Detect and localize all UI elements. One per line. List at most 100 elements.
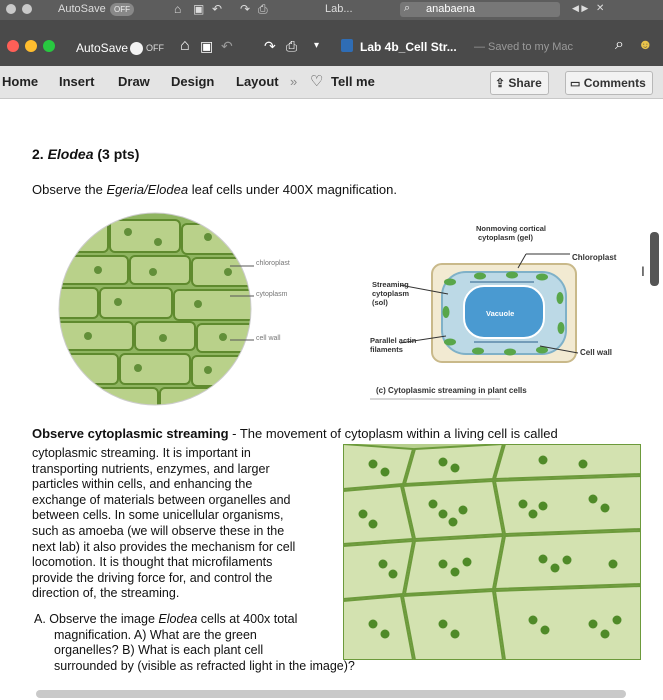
paragraph-line: exchange of materials between organelles…	[32, 492, 291, 507]
paragraph-line: particles within cells, and enhancing th…	[32, 477, 253, 492]
tab-home[interactable]: Home	[2, 74, 38, 89]
streaming-intro: - The movement of cytoplasm within a liv…	[228, 426, 558, 441]
label-cell-wall: Cell wall	[580, 348, 613, 357]
question-line: magnification. A) What are the green	[54, 627, 257, 642]
close-dot-back[interactable]	[6, 4, 16, 14]
tab-layout[interactable]: Layout	[236, 74, 279, 89]
search-icon-front[interactable]: ⌕	[615, 36, 624, 54]
observe-pre: Observe the	[32, 182, 107, 197]
paragraph-line: direction of, the streaming.	[32, 586, 180, 601]
observe-species: Egeria/Elodea	[106, 182, 189, 197]
window-titlebar: AutoSave OFF ⌂ ▣ ↶ ↷ ⎙ ▾ Lab 4b_Cell Str…	[0, 20, 663, 66]
horizontal-scrollbar[interactable]	[36, 690, 626, 698]
save-icon-back[interactable]: ▣	[193, 2, 204, 16]
redo-icon-back[interactable]: ↷	[240, 2, 250, 16]
section-heading: 2. Elodea (3 pts)	[32, 146, 139, 162]
comments-label: Comments	[583, 76, 646, 90]
minimize-dot-back[interactable]	[22, 4, 32, 14]
question-post: cells at 400x total	[197, 612, 298, 626]
streaming-paragraph: cytoplasmic streaming. It is important i…	[32, 446, 328, 602]
nav-arrows-icon[interactable]: ◀ ▶	[572, 3, 588, 14]
redo-icon[interactable]: ↷	[264, 38, 276, 55]
label-streaming-3: (sol)	[372, 298, 388, 307]
label-nonmoving-2: cytoplasm (gel)	[478, 233, 534, 242]
micro-label-chloroplast: chloroplast	[256, 260, 290, 267]
comment-icon: ▭	[570, 78, 581, 90]
label-parallel: Parallel actin	[370, 336, 417, 345]
label-nonmoving: Nonmoving cortical	[476, 224, 547, 233]
label-streaming-2: cytoplasm	[372, 289, 410, 298]
word-doc-icon	[341, 39, 353, 52]
vertical-scrollbar[interactable]	[650, 232, 659, 286]
question-pre: Observe the image	[49, 612, 159, 626]
save-icon[interactable]: ▣	[200, 38, 213, 55]
autosave-toggle-state[interactable]: OFF	[146, 43, 164, 53]
share-icon: ⇪	[495, 76, 506, 90]
heading-points: (3 pts)	[97, 146, 140, 162]
background-window-titlebar: AutoSave OFF ⌂ ▣ ↶ ↷ ⎙ Lab... ⌕ anabaena…	[0, 0, 663, 20]
doc-title-back: Lab...	[325, 3, 353, 15]
label-vacuole: Vacuole	[486, 309, 515, 318]
tab-insert[interactable]: Insert	[59, 74, 94, 89]
heading-number: 2.	[32, 146, 44, 162]
tab-design[interactable]: Design	[171, 74, 214, 89]
autosave-label-back: AutoSave	[58, 3, 106, 15]
question-line: organelles? B) What is each plant cell	[54, 643, 264, 658]
label-streaming: Streaming	[372, 280, 409, 289]
paragraph-line: locomotion. It is thought that microfila…	[32, 555, 273, 570]
autosave-toggle-knob[interactable]	[130, 42, 143, 55]
question-species: Elodea	[158, 612, 198, 626]
paragraph-line: next lab) it also provides the mechanism…	[32, 539, 296, 554]
tab-draw[interactable]: Draw	[118, 74, 150, 89]
autosave-label: AutoSave	[76, 41, 129, 55]
question-a: A. Observe the image Elodea cells at 400…	[34, 612, 355, 674]
ribbon-tabs: Home Insert Draw Design Layout » ♡ Tell …	[0, 66, 663, 99]
observe-post: leaf cells under 400X magnification.	[188, 182, 397, 197]
paragraph-line: provide the driving force for, and contr…	[32, 570, 273, 585]
customize-toolbar-icon[interactable]: ▾	[314, 40, 319, 51]
share-button[interactable]: ⇪ Share	[490, 71, 549, 95]
search-icon: ⌕	[404, 2, 411, 14]
streaming-title: Observe cytoplasmic streaming	[32, 426, 229, 441]
print-icon-back[interactable]: ⎙	[258, 2, 268, 17]
close-window-button[interactable]	[7, 40, 19, 52]
search-box-back[interactable]: ⌕ anabaena	[400, 2, 560, 17]
saved-status: — Saved to my Mac	[474, 41, 574, 53]
comments-button[interactable]: ▭ Comments	[565, 71, 653, 95]
undo-icon[interactable]: ↶	[221, 38, 233, 55]
label-chloroplast: Chloroplast	[572, 253, 617, 262]
observe-instruction: Observe the Egeria/Elodea leaf cells und…	[32, 182, 397, 197]
maximize-window-button[interactable]	[43, 40, 55, 52]
question-first-line: A. Observe the image Elodea cells at 400…	[34, 612, 355, 628]
micro-label-cell-wall: cell wall	[256, 335, 281, 342]
elodea-photo	[343, 444, 641, 660]
paragraph-line: such as amoeba (we will observe these in…	[32, 523, 285, 538]
question-letter: A.	[34, 612, 46, 626]
paragraph-line: between cells. In some unicellular organ…	[32, 508, 284, 523]
question-line: surrounded by (visible as refracted ligh…	[54, 658, 355, 673]
home-icon[interactable]: ⌂	[180, 37, 190, 55]
search-value: anabaena	[426, 3, 475, 15]
paragraph-line: cytoplasmic streaming. It is important i…	[32, 446, 251, 460]
lightbulb-icon: ♡	[310, 73, 324, 90]
heading-species: Elodea	[47, 146, 94, 162]
print-icon[interactable]: ⎙	[286, 38, 297, 55]
caption-underline	[370, 398, 500, 400]
paragraph-line: transporting nutrients, enzymes, and lar…	[32, 461, 270, 476]
tell-me-field[interactable]: Tell me	[331, 74, 375, 89]
undo-icon-back[interactable]: ↶	[212, 2, 222, 16]
text-cursor-icon: I	[641, 263, 645, 279]
streaming-first-line: Observe cytoplasmic streaming - The move…	[32, 426, 558, 441]
home-icon-back[interactable]: ⌂	[174, 2, 181, 16]
label-parallel-2: filaments	[370, 345, 403, 354]
minimize-window-button[interactable]	[25, 40, 37, 52]
micro-label-cytoplasm: cytoplasm	[256, 291, 288, 298]
document-title: Lab 4b_Cell Str...	[360, 40, 457, 54]
diagram-caption: (c) Cytoplasmic streaming in plant cells	[376, 386, 527, 395]
share-person-icon[interactable]: ☻	[638, 36, 653, 52]
more-tabs-icon[interactable]: »	[290, 74, 297, 89]
close-search-icon[interactable]: ✕	[596, 3, 604, 14]
microscope-image	[58, 212, 252, 406]
share-label: Share	[508, 76, 542, 90]
autosave-toggle-back[interactable]: OFF	[110, 3, 134, 16]
